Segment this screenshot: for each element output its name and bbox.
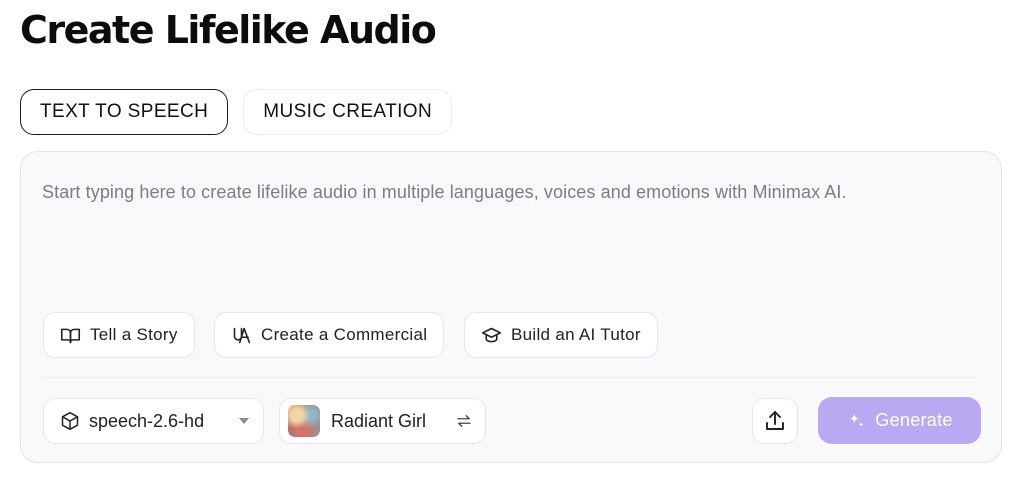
upload-button[interactable] xyxy=(752,398,798,444)
model-select-value: speech-2.6-hd xyxy=(89,410,205,431)
suggestion-tell-a-story[interactable]: Tell a Story xyxy=(43,312,195,358)
generate-button[interactable]: Generate xyxy=(818,397,981,444)
tab-text-to-speech[interactable]: TEXT TO SPEECH xyxy=(20,89,229,135)
generate-label: Generate xyxy=(875,410,953,430)
suggestion-label: Create a Commercial xyxy=(261,325,428,344)
swap-icon xyxy=(457,415,471,427)
graduation-cap-icon xyxy=(481,327,502,342)
voice-avatar xyxy=(288,405,320,437)
suggestion-label: Tell a Story xyxy=(90,325,178,344)
model-select[interactable]: speech-2.6-hd xyxy=(43,398,264,444)
page-title: Create Lifelike Audio xyxy=(20,8,437,52)
sparkle-icon xyxy=(849,413,864,427)
book-icon xyxy=(60,328,81,343)
suggestion-build-an-ai-tutor[interactable]: Build an AI Tutor xyxy=(464,312,658,358)
upload-icon xyxy=(766,411,784,430)
suggestion-create-a-commercial[interactable]: Create a Commercial xyxy=(214,312,445,358)
mode-tabs: TEXT TO SPEECH MUSIC CREATION xyxy=(20,89,453,135)
voice-name: Radiant Girl xyxy=(331,410,427,431)
prompt-textarea[interactable]: Start typing here to create lifelike aud… xyxy=(42,182,972,203)
voice-select[interactable]: Radiant Girl xyxy=(279,398,486,444)
composer-panel: Start typing here to create lifelike aud… xyxy=(20,151,1002,463)
suggestion-label: Build an AI Tutor xyxy=(511,325,641,344)
commercial-icon xyxy=(233,327,251,343)
cube-icon xyxy=(61,411,79,431)
tab-music-creation[interactable]: MUSIC CREATION xyxy=(243,89,453,135)
chevron-down-icon xyxy=(239,418,249,424)
divider xyxy=(43,377,979,378)
